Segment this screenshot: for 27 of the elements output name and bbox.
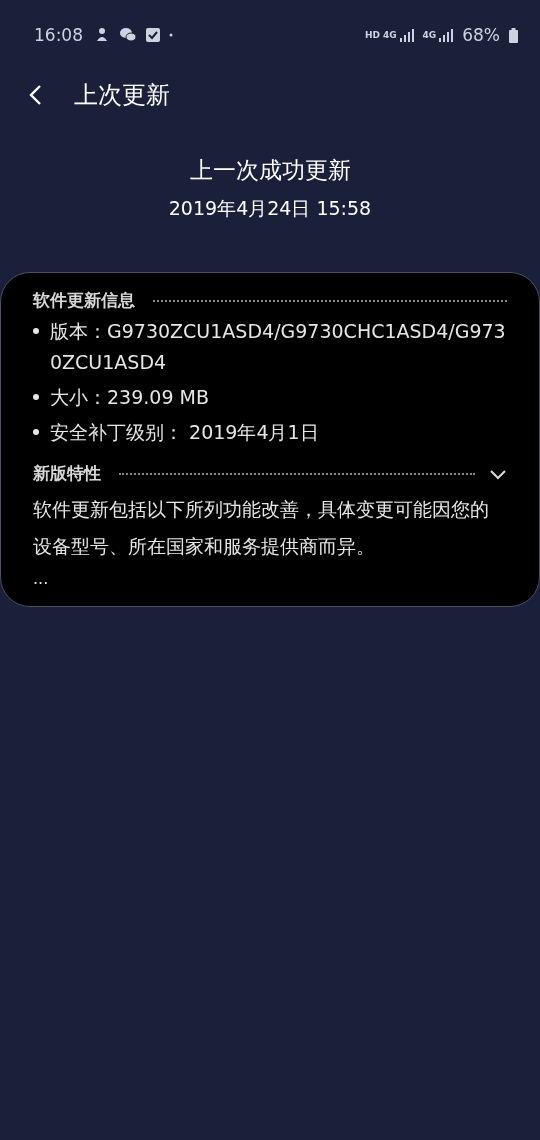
- network-label: 4G: [422, 30, 437, 40]
- bullet-icon: [33, 328, 39, 334]
- bullet-icon: [33, 429, 39, 435]
- checkbox-icon: [146, 28, 160, 42]
- section-heading: 新版特性: [33, 462, 101, 485]
- bullet-icon: [33, 394, 39, 400]
- chat-icon: [119, 27, 137, 43]
- person-icon: [94, 27, 110, 43]
- summary-title: 上一次成功更新: [189, 156, 351, 185]
- more-ellipsis: ...: [33, 569, 50, 588]
- info-text: 安全补丁级别： 2019年4月1日: [50, 420, 319, 445]
- battery-icon: [509, 27, 518, 43]
- section-heading: 软件更新信息: [33, 289, 135, 312]
- network-label: HD: [364, 30, 380, 40]
- network-label: 4G: [382, 30, 397, 40]
- dot-icon: [169, 33, 173, 37]
- back-icon[interactable]: [28, 84, 42, 106]
- signal-icon: [439, 28, 454, 42]
- info-text: 大小：239.09 MB: [50, 385, 209, 410]
- page-title: 上次更新: [74, 80, 170, 111]
- update-date: 2019年4月24日 15:58: [168, 196, 372, 221]
- battery-percent: 68%: [462, 25, 500, 45]
- info-text: 版本：G9730ZCU1ASD4/G9730CHC1ASD4/G9730ZCU1ASD4: [50, 319, 507, 375]
- status-time: 16:08: [34, 25, 83, 45]
- features-description: 软件更新包括以下所列功能改善，具体变更可能因您的设备型号、所在国家和服务提供商而异。: [33, 497, 490, 559]
- signal-icon: [399, 28, 414, 42]
- chevron-icon[interactable]: [489, 467, 507, 480]
